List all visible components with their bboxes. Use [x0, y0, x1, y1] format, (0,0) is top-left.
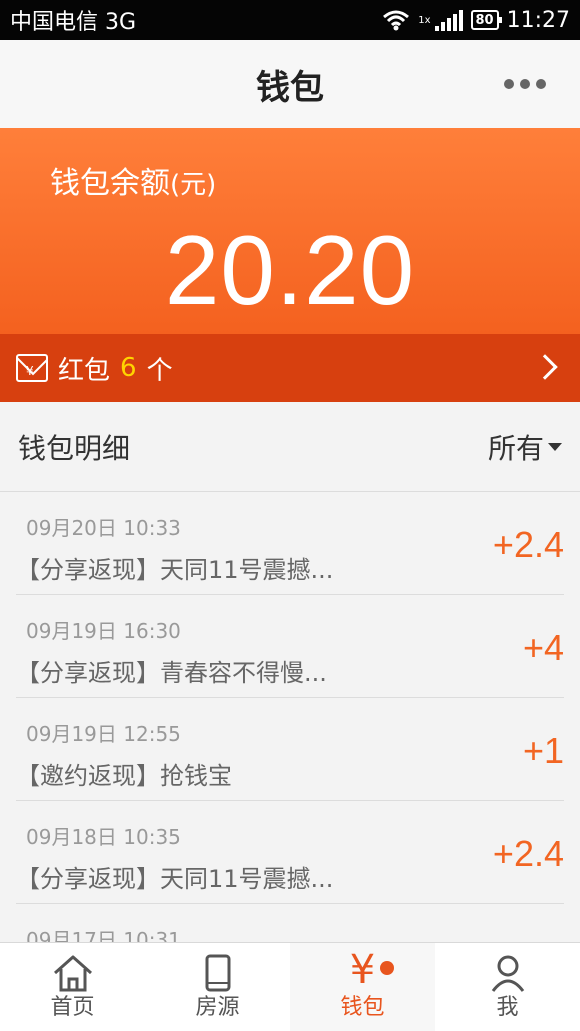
caret-down-icon [548, 442, 562, 451]
tab-home[interactable]: 首页 [0, 943, 145, 1031]
title-bar: 钱包 [0, 40, 580, 128]
battery-level: 80 [475, 12, 494, 28]
wifi-icon [383, 10, 410, 31]
list-item[interactable]: 09月18日 10:35 【分享返现】天同11号震撼... +2.4 [16, 801, 564, 904]
status-bar: 中国电信 3G 1x 80 11:27 [0, 0, 580, 40]
tab-listings[interactable]: 房源 [145, 943, 290, 1031]
red-packet-label: 红包 [58, 355, 111, 386]
balance-label: 钱包余额(元) [50, 158, 216, 202]
network-type-label: 1x [418, 14, 431, 26]
record-description: 【分享返现】天同11号震撼... [16, 556, 334, 584]
record-amount: +2.4 [492, 833, 564, 874]
signal-icon [434, 9, 463, 31]
balance-unit: (元) [170, 170, 217, 200]
phone-icon [205, 954, 230, 992]
tab-me[interactable]: 我 [435, 943, 580, 1031]
more-options-icon[interactable] [504, 79, 546, 89]
list-item[interactable]: 09月19日 12:55 【邀约返现】抢钱宝 +1 [16, 698, 564, 801]
wallet-detail-title: 钱包明细 [18, 431, 131, 465]
list-item[interactable]: 09月19日 16:30 【分享返现】青春容不得慢... +4 [16, 595, 564, 698]
notification-dot [380, 961, 394, 975]
red-packet-count: 6 [120, 353, 137, 383]
balance-amount: 20.20 [164, 215, 416, 325]
list-item[interactable]: 09月20日 10:33 【分享返现】天同11号震撼... +2.4 [16, 492, 564, 595]
list-item[interactable]: 09月17日 10:31 [16, 904, 564, 942]
red-envelope-icon: ¥ [16, 354, 48, 382]
page-title: 钱包 [256, 67, 324, 108]
filter-value: 所有 [487, 431, 544, 465]
balance-label-text: 钱包余额 [50, 166, 170, 201]
record-date: 09月19日 16:30 [26, 619, 181, 643]
record-date: 09月18日 10:35 [26, 825, 181, 849]
balance-panel: 钱包余额(元) 20.20 [0, 128, 580, 334]
red-packet-row[interactable]: ¥ 红包 6 个 [0, 334, 580, 402]
record-date: 09月20日 10:33 [26, 516, 181, 540]
record-list[interactable]: 09月20日 10:33 【分享返现】天同11号震撼... +2.4 09月19… [0, 492, 580, 942]
yen-icon: ¥ [349, 947, 376, 993]
tab-listings-label: 房源 [195, 995, 240, 1020]
tab-wallet-label: 钱包 [340, 995, 385, 1020]
bottom-tab-bar: 首页 房源 ¥ 钱包 我 [0, 942, 580, 1031]
record-description: 【分享返现】青春容不得慢... [16, 659, 327, 687]
tab-wallet[interactable]: ¥ 钱包 [290, 943, 435, 1031]
filter-dropdown[interactable]: 所有 [488, 427, 562, 467]
tab-home-label: 首页 [50, 995, 95, 1020]
record-date: 09月19日 12:55 [26, 722, 181, 746]
record-amount: +2.4 [492, 524, 564, 565]
home-icon [53, 955, 92, 992]
chevron-right-icon [532, 354, 558, 380]
clock: 11:27 [506, 7, 570, 33]
record-description: 【邀约返现】抢钱宝 [16, 762, 232, 790]
tab-me-label: 我 [496, 995, 519, 1020]
record-date: 09月17日 10:31 [26, 928, 181, 942]
wallet-detail-header: 钱包明细 所有 [0, 402, 580, 492]
record-description: 【分享返现】天同11号震撼... [16, 865, 334, 893]
red-packet-unit: 个 [146, 355, 173, 386]
record-amount: +1 [522, 730, 564, 771]
battery-icon: 80 [470, 10, 502, 30]
carrier-name: 中国电信 3G [10, 10, 137, 35]
person-icon [491, 955, 524, 992]
record-amount: +4 [522, 627, 564, 668]
